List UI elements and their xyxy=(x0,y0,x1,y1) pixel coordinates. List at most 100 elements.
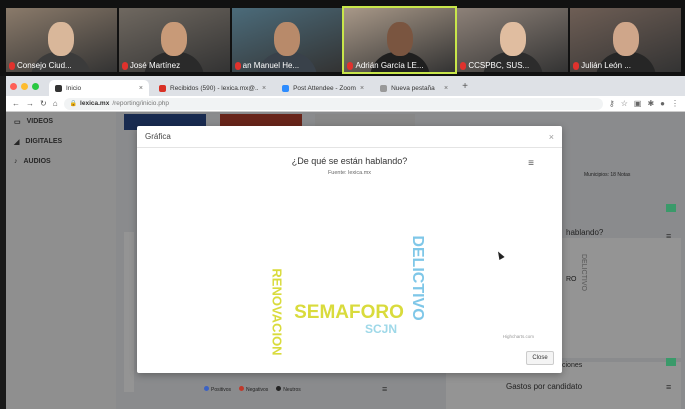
tab-favicon-icon xyxy=(55,84,62,92)
tab-label: Post Attendee - Zoom xyxy=(293,84,356,92)
bg-ciones: ciones xyxy=(562,362,583,369)
participant-face xyxy=(612,22,639,56)
mic-muted-icon xyxy=(234,61,241,70)
mic-muted-icon xyxy=(121,61,128,70)
chart-credits: Highcharts.com xyxy=(502,334,534,339)
tab-close-icon[interactable]: × xyxy=(139,85,143,92)
participant-name: Consejo Ciud... xyxy=(9,61,72,70)
legend-label: Neutros xyxy=(283,387,301,393)
participant-name: Adrián García LE... xyxy=(347,61,424,70)
browser-toolbar: ← → ↻ ⌂ 🔒 lexica.mx/reporting/inicio.php… xyxy=(6,96,685,112)
browser-tab[interactable]: Nueva pestaña × xyxy=(374,80,454,96)
bg-municipios: Municipios: 18 Notas xyxy=(584,172,631,178)
participant-face xyxy=(499,22,526,56)
bg-green-toggle[interactable] xyxy=(666,204,676,212)
window-controls xyxy=(10,76,39,96)
participant-tile[interactable]: Julián León ... xyxy=(570,8,681,72)
tab-close-icon[interactable]: × xyxy=(262,85,266,92)
participant-name-label: CCSPBC, SUS... xyxy=(468,61,530,70)
word-delictivo[interactable]: DELICTIVO xyxy=(409,235,426,320)
chart-modal: Gráfica × ¿De qué se están hablando? Fue… xyxy=(137,126,562,373)
modal-header: Gráfica × xyxy=(137,126,562,148)
participant-tile[interactable]: Adrián García LE... xyxy=(342,6,458,74)
word-renovacion[interactable]: RENOVACION xyxy=(270,268,285,355)
tab-close-icon[interactable]: × xyxy=(444,85,448,92)
bg-menu-icon-2[interactable]: ≡ xyxy=(666,382,671,392)
bg-legend: Positivos Negativos Neutros xyxy=(204,386,301,393)
participant-tile[interactable]: Consejo Ciud... xyxy=(6,8,117,72)
participant-tile[interactable]: José Martínez xyxy=(118,8,230,72)
tab-label: Recibidos (590) - lexica.mx@... xyxy=(170,84,258,92)
mic-muted-icon xyxy=(347,61,354,70)
tab-favicon-icon xyxy=(380,84,388,92)
bg-menu-icon-3[interactable]: ≡ xyxy=(382,384,387,394)
forward-icon[interactable]: → xyxy=(26,99,34,108)
browser-tab[interactable]: Recibidos (590) - lexica.mx@... × xyxy=(153,80,272,96)
word-scjn[interactable]: SCJN xyxy=(365,322,397,336)
bg-gastos-title: Gastos por candidato xyxy=(506,382,583,391)
home-icon[interactable]: ⌂ xyxy=(53,99,58,108)
bg-word-fragment: RO xyxy=(566,276,577,283)
mic-muted-icon xyxy=(460,61,467,70)
bg-chart-title: hablando? xyxy=(566,228,604,237)
participant-face xyxy=(386,22,413,56)
participant-name-label: Julián León ... xyxy=(581,61,631,70)
modal-title: Gráfica xyxy=(145,132,171,141)
legend-item[interactable]: Neutros xyxy=(276,386,301,393)
profile-icon[interactable]: ● xyxy=(660,99,665,108)
participant-tile[interactable]: CCSPBC, SUS... xyxy=(457,8,569,72)
participant-face xyxy=(48,22,75,56)
key-icon[interactable]: ⚷ xyxy=(609,99,615,108)
tab-label: Inicio xyxy=(66,84,82,92)
close-icon[interactable]: × xyxy=(549,132,554,142)
new-tab-button[interactable]: + xyxy=(458,78,472,96)
tab-close-icon[interactable]: × xyxy=(360,85,364,92)
more-menu-icon[interactable]: ⋮ xyxy=(671,99,679,108)
extension-icons: ⚷ ☆ ▣ ✱ ● ⋮ xyxy=(609,99,679,108)
maximize-window-button[interactable] xyxy=(32,82,39,90)
lock-icon: 🔒 xyxy=(69,101,78,107)
reload-icon[interactable]: ↻ xyxy=(40,99,47,108)
close-button[interactable]: Close xyxy=(526,351,554,365)
legend-dot-icon xyxy=(239,386,245,391)
minimize-window-button[interactable] xyxy=(21,82,28,90)
mic-muted-icon xyxy=(9,61,15,70)
bg-word-delictivo: DELICTIVO xyxy=(580,254,587,291)
close-window-button[interactable] xyxy=(10,82,17,90)
tab-label: Nueva pestaña xyxy=(391,84,435,92)
participant-name-label: Adrián García LE... xyxy=(355,61,424,70)
chart-title: ¿De qué se están hablando? xyxy=(291,156,408,166)
participant-name: José Martínez xyxy=(121,61,181,70)
star-icon[interactable]: ☆ xyxy=(621,99,628,108)
browser-tab[interactable]: Post Attendee - Zoom × xyxy=(276,80,370,96)
tab-favicon-icon xyxy=(282,84,290,92)
participant-face xyxy=(161,22,188,56)
legend-dot-icon xyxy=(204,386,209,391)
legend-label: Negativos xyxy=(246,387,269,393)
tab-favicon-icon xyxy=(159,84,166,92)
puzzle-icon[interactable]: ✱ xyxy=(647,99,654,108)
back-icon[interactable]: ← xyxy=(12,99,20,108)
participant-name: an Manuel He... xyxy=(234,61,300,70)
word-semaforo[interactable]: SEMAFORO xyxy=(294,302,404,323)
legend-dot-icon xyxy=(276,386,282,391)
mic-muted-icon xyxy=(573,61,580,70)
legend-item[interactable]: Negativos xyxy=(239,386,268,393)
browser-tab[interactable]: Inicio × xyxy=(49,80,149,96)
participant-strip: Consejo Ciud... José Martínez an Manuel He… xyxy=(0,0,685,76)
participant-name-label: Consejo Ciud... xyxy=(17,61,72,70)
extension-icon[interactable]: ▣ xyxy=(634,99,642,108)
participant-name-label: José Martínez xyxy=(129,61,181,70)
participant-name: Julián León ... xyxy=(573,61,631,70)
participant-tile[interactable]: an Manuel He... xyxy=(231,8,343,72)
bg-menu-icon[interactable]: ≡ xyxy=(666,231,671,241)
participant-name: CCSPBC, SUS... xyxy=(460,61,529,70)
word-cloud: SEMAFORO DELICTIVO RENOVACION SCJN xyxy=(270,235,426,355)
participant-name-label: an Manuel He... xyxy=(242,61,300,70)
legend-label: Positivos xyxy=(211,387,232,393)
address-bar[interactable]: 🔒 lexica.mx/reporting/inicio.php xyxy=(63,97,603,110)
legend-item[interactable]: Positivos xyxy=(204,386,231,393)
participant-face xyxy=(274,22,301,56)
browser-window: Inicio × Recibidos (590) - lexica.mx@... × P… xyxy=(6,76,685,409)
bg-green-toggle-2[interactable] xyxy=(666,358,676,366)
